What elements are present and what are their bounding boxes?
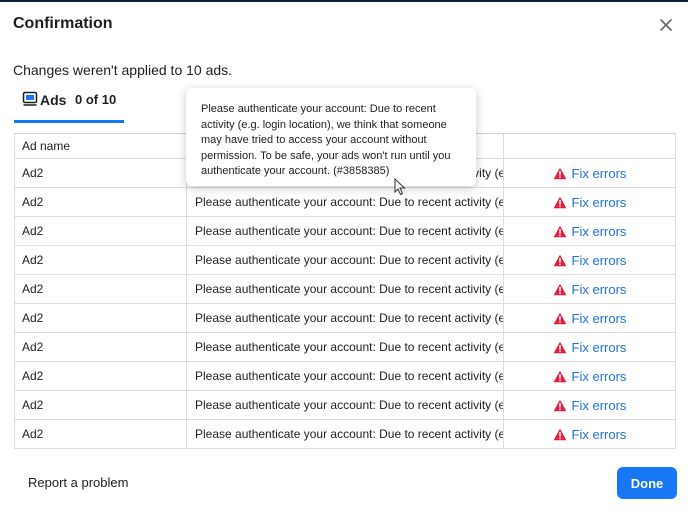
- ad-name-cell: Ad2: [15, 333, 187, 361]
- tab-label: Ads: [40, 92, 67, 108]
- action-cell: Fix errors: [504, 362, 675, 390]
- error-message-cell[interactable]: Please authenticate your account: Due to…: [187, 188, 504, 216]
- fix-errors-label[interactable]: Fix errors: [572, 195, 627, 210]
- mouse-pointer-icon: [394, 178, 406, 196]
- fix-errors-label[interactable]: Fix errors: [572, 427, 627, 442]
- fix-errors-label[interactable]: Fix errors: [572, 166, 627, 181]
- dialog-subtitle: Changes weren't applied to 10 ads.: [13, 62, 233, 78]
- error-message-cell[interactable]: Please authenticate your account: Due to…: [187, 246, 504, 274]
- close-icon[interactable]: [660, 19, 672, 31]
- warning-icon: [553, 254, 566, 266]
- warning-icon: [553, 428, 566, 440]
- fix-errors-label[interactable]: Fix errors: [572, 398, 627, 413]
- warning-icon: [553, 225, 566, 237]
- action-cell: Fix errors: [504, 420, 675, 448]
- dialog-title: Confirmation: [13, 15, 113, 32]
- tooltip-text: Please authenticate your account: Due to…: [201, 103, 451, 177]
- warning-icon: [553, 341, 566, 353]
- fix-errors-link[interactable]: Fix errors: [553, 340, 627, 355]
- fix-errors-label[interactable]: Fix errors: [572, 224, 627, 239]
- fix-errors-label[interactable]: Fix errors: [572, 369, 627, 384]
- window-top-bar: [0, 0, 688, 2]
- warning-icon: [553, 196, 566, 208]
- table-row: Ad2Please authenticate your account: Due…: [14, 304, 676, 333]
- error-message-cell[interactable]: Please authenticate your account: Due to…: [187, 275, 504, 303]
- ad-name-cell: Ad2: [15, 362, 187, 390]
- warning-icon: [553, 312, 566, 324]
- action-cell: Fix errors: [504, 333, 675, 361]
- error-tooltip: Please authenticate your account: Due to…: [186, 88, 476, 186]
- ad-name-cell: Ad2: [15, 420, 187, 448]
- fix-errors-link[interactable]: Fix errors: [553, 427, 627, 442]
- table-row: Ad2Please authenticate your account: Due…: [14, 246, 676, 275]
- warning-icon: [553, 283, 566, 295]
- warning-icon: [553, 399, 566, 411]
- error-message-cell[interactable]: Please authenticate your account: Due to…: [187, 304, 504, 332]
- report-problem-link[interactable]: Report a problem: [28, 475, 128, 490]
- action-cell: Fix errors: [504, 304, 675, 332]
- table-row: Ad2Please authenticate your account: Due…: [14, 391, 676, 420]
- column-header-ad-name: Ad name: [15, 134, 187, 158]
- ad-name-cell: Ad2: [15, 304, 187, 332]
- error-message-cell[interactable]: Please authenticate your account: Due to…: [187, 333, 504, 361]
- fix-errors-link[interactable]: Fix errors: [553, 224, 627, 239]
- table-row: Ad2Please authenticate your account: Due…: [14, 217, 676, 246]
- error-message-cell[interactable]: Please authenticate your account: Due to…: [187, 391, 504, 419]
- tab-ads[interactable]: Ads 0 of 10: [14, 86, 124, 123]
- action-cell: Fix errors: [504, 391, 675, 419]
- ad-name-cell: Ad2: [15, 246, 187, 274]
- fix-errors-link[interactable]: Fix errors: [553, 282, 627, 297]
- fix-errors-link[interactable]: Fix errors: [553, 369, 627, 384]
- close-button[interactable]: [652, 12, 680, 38]
- ad-icon: [22, 91, 38, 112]
- action-cell: Fix errors: [504, 246, 675, 274]
- fix-errors-link[interactable]: Fix errors: [553, 195, 627, 210]
- error-message-cell[interactable]: Please authenticate your account: Due to…: [187, 420, 504, 448]
- warning-icon: [553, 167, 566, 179]
- table-row: Ad2Please authenticate your account: Due…: [14, 420, 676, 449]
- action-cell: Fix errors: [504, 159, 675, 187]
- error-message-cell[interactable]: Please authenticate your account: Due to…: [187, 362, 504, 390]
- table-body: Ad2Please authenticate your account: Due…: [14, 159, 676, 449]
- fix-errors-link[interactable]: Fix errors: [553, 311, 627, 326]
- fix-errors-label[interactable]: Fix errors: [572, 253, 627, 268]
- done-button[interactable]: Done: [617, 467, 677, 499]
- tab-active-indicator: [14, 120, 124, 123]
- warning-icon: [553, 370, 566, 382]
- ad-name-cell: Ad2: [15, 188, 187, 216]
- table-row: Ad2Please authenticate your account: Due…: [14, 188, 676, 217]
- ad-name-cell: Ad2: [15, 275, 187, 303]
- table-row: Ad2Please authenticate your account: Due…: [14, 362, 676, 391]
- action-cell: Fix errors: [504, 275, 675, 303]
- table-row: Ad2Please authenticate your account: Due…: [14, 333, 676, 362]
- fix-errors-link[interactable]: Fix errors: [553, 166, 627, 181]
- fix-errors-link[interactable]: Fix errors: [553, 398, 627, 413]
- error-message-cell[interactable]: Please authenticate your account: Due to…: [187, 217, 504, 245]
- ad-name-cell: Ad2: [15, 217, 187, 245]
- fix-errors-label[interactable]: Fix errors: [572, 311, 627, 326]
- table-row: Ad2Please authenticate your account: Due…: [14, 275, 676, 304]
- action-cell: Fix errors: [504, 217, 675, 245]
- ad-name-cell: Ad2: [15, 391, 187, 419]
- action-cell: Fix errors: [504, 188, 675, 216]
- column-header-action: [504, 134, 675, 158]
- tab-count: 0 of 10: [75, 92, 117, 107]
- fix-errors-label[interactable]: Fix errors: [572, 340, 627, 355]
- ad-name-cell: Ad2: [15, 159, 187, 187]
- fix-errors-link[interactable]: Fix errors: [553, 253, 627, 268]
- fix-errors-label[interactable]: Fix errors: [572, 282, 627, 297]
